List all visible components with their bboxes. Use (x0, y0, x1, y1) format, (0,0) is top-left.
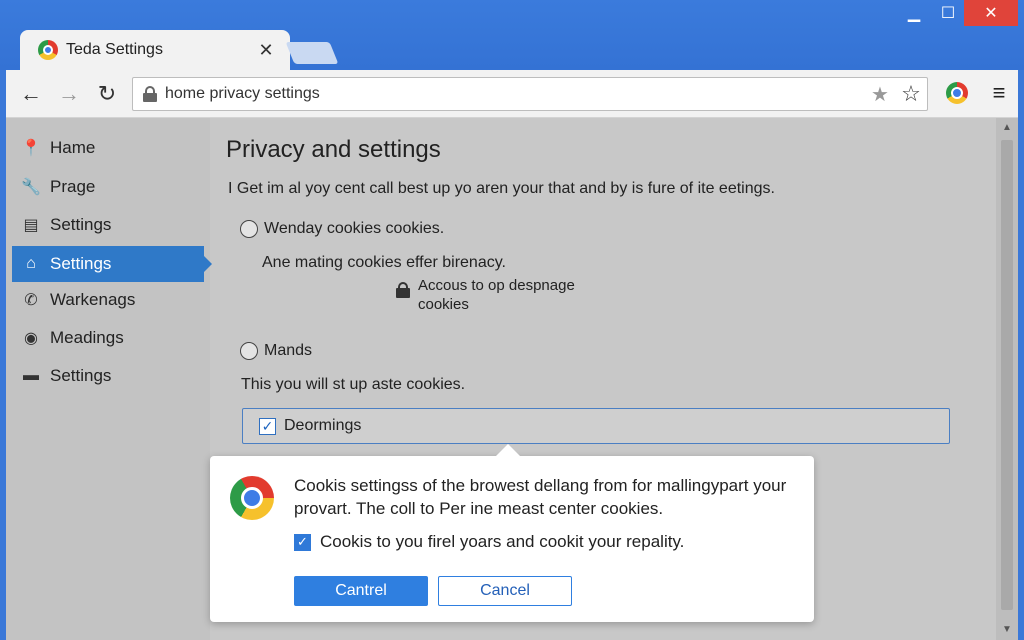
radio-button[interactable] (240, 220, 258, 238)
close-window-button[interactable]: ✕ (964, 0, 1018, 26)
sidebar-item-label: Settings (50, 215, 112, 234)
sidebar-item-label: Prage (50, 177, 96, 196)
tab-settings[interactable]: Teda Settings ✕ (20, 30, 290, 70)
tab-close-icon[interactable]: ✕ (254, 40, 278, 61)
sidebar-item-settings[interactable]: ▤ Settings (12, 207, 204, 243)
cookie-popup-dialog: Cookis settingss of the browest dellang … (210, 444, 814, 622)
lock-icon (143, 86, 157, 102)
page-title: Privacy and settings (226, 136, 441, 163)
scroll-up-arrow-icon[interactable]: ▲ (996, 118, 1018, 138)
cancel-button[interactable]: Cancel (438, 576, 572, 606)
tab-title: Teda Settings (66, 41, 163, 58)
scroll-down-arrow-icon[interactable]: ▼ (996, 620, 1018, 640)
radio-button[interactable] (240, 342, 258, 360)
popup-message: Cookis settingss of the browest dellang … (294, 476, 787, 518)
maximize-button[interactable]: ☐ (930, 0, 966, 26)
sidebar-item-label: Hame (50, 138, 96, 157)
new-tab-button[interactable] (285, 42, 339, 64)
bookmark-star-icon[interactable]: ☆ (895, 81, 927, 107)
chrome-logo-icon (230, 476, 274, 520)
sidebar-item-settings-active[interactable]: ⌂ Settings (12, 246, 212, 282)
scroll-thumb[interactable] (1001, 140, 1013, 610)
sidebar-item-label: Settings (50, 254, 112, 273)
document-icon: ▤ (23, 217, 39, 234)
vertical-scrollbar[interactable]: ▲ ▼ (996, 118, 1018, 640)
map-pin-icon: 📍 (21, 140, 41, 157)
option-1-lock-note: Accous to op despnage cookies (396, 276, 598, 314)
phone-icon: ✆ (24, 292, 38, 309)
reload-icon[interactable]: ↻ (88, 75, 126, 113)
title-bar: Teda Settings ✕ ▁ ☐ ✕ (0, 0, 1024, 70)
checkbox-label: Deormings (284, 417, 362, 434)
sidebar-item-hame[interactable]: 📍 Hame (12, 130, 204, 166)
star-filled-icon[interactable]: ★ (865, 82, 895, 107)
checkbox-field[interactable]: ✓ Deormings (242, 408, 950, 444)
home-icon: ⌂ (26, 255, 36, 272)
chrome-favicon-icon (38, 40, 58, 60)
checkbox-checked[interactable]: ✓ (259, 417, 276, 435)
chrome-extension-icon[interactable] (946, 82, 968, 104)
radio-label: Mands (264, 342, 313, 359)
browser-toolbar: ← → ↻ home privacy settings ★ ☆ ≡ (6, 70, 1018, 118)
sidebar-item-label: Warkenags (50, 290, 136, 309)
option-2-description: This you will st up aste cookies. (241, 376, 466, 393)
radio-option-2[interactable]: Mands (240, 342, 312, 360)
radio-option-1[interactable]: Wenday cookies cookies. (240, 220, 444, 238)
folder-icon: ▬ (23, 367, 39, 384)
sidebar-item-warkenags[interactable]: ✆ Warkenags (12, 282, 204, 318)
sidebar-item-label: Meadings (50, 328, 124, 347)
minimize-button[interactable]: ▁ (896, 0, 932, 26)
radio-label: Wenday cookies cookies. (264, 220, 445, 237)
option-1-description: Ane mating cookies effer birenacy. (262, 254, 506, 271)
popup-checkbox-checked[interactable]: ✓ (294, 533, 311, 551)
sidebar-item-prage[interactable]: 🔧 Prage (12, 169, 204, 205)
popup-checkbox-row[interactable]: ✓ Cookis to you firel yoars and cookit y… (294, 532, 684, 552)
sidebar-item-settings-2[interactable]: ▬ Settings (12, 358, 204, 394)
page-description: I Get im al yoy cent call best up yo are… (228, 180, 775, 197)
globe-icon: ◉ (24, 330, 38, 347)
lock-note-text: Accous to op despnage cookies (418, 277, 575, 313)
lock-icon (396, 282, 410, 298)
url-text[interactable]: home privacy settings (165, 85, 865, 103)
address-bar[interactable]: home privacy settings ★ ☆ (132, 77, 928, 111)
forward-arrow-icon[interactable]: → (50, 75, 88, 113)
sidebar-item-label: Settings (50, 366, 112, 385)
sidebar-item-meadings[interactable]: ◉ Meadings (12, 320, 204, 356)
wrench-icon: 🔧 (21, 179, 41, 196)
popup-checkbox-label: Cookis to you firel yoars and cookit you… (320, 532, 685, 551)
back-arrow-icon[interactable]: ← (12, 75, 50, 113)
cantrel-button[interactable]: Cantrel (294, 576, 428, 606)
menu-icon[interactable]: ≡ (984, 78, 1014, 108)
sidebar: 📍 Hame 🔧 Prage ▤ Settings ⌂ Settings ✆ W… (6, 118, 212, 640)
